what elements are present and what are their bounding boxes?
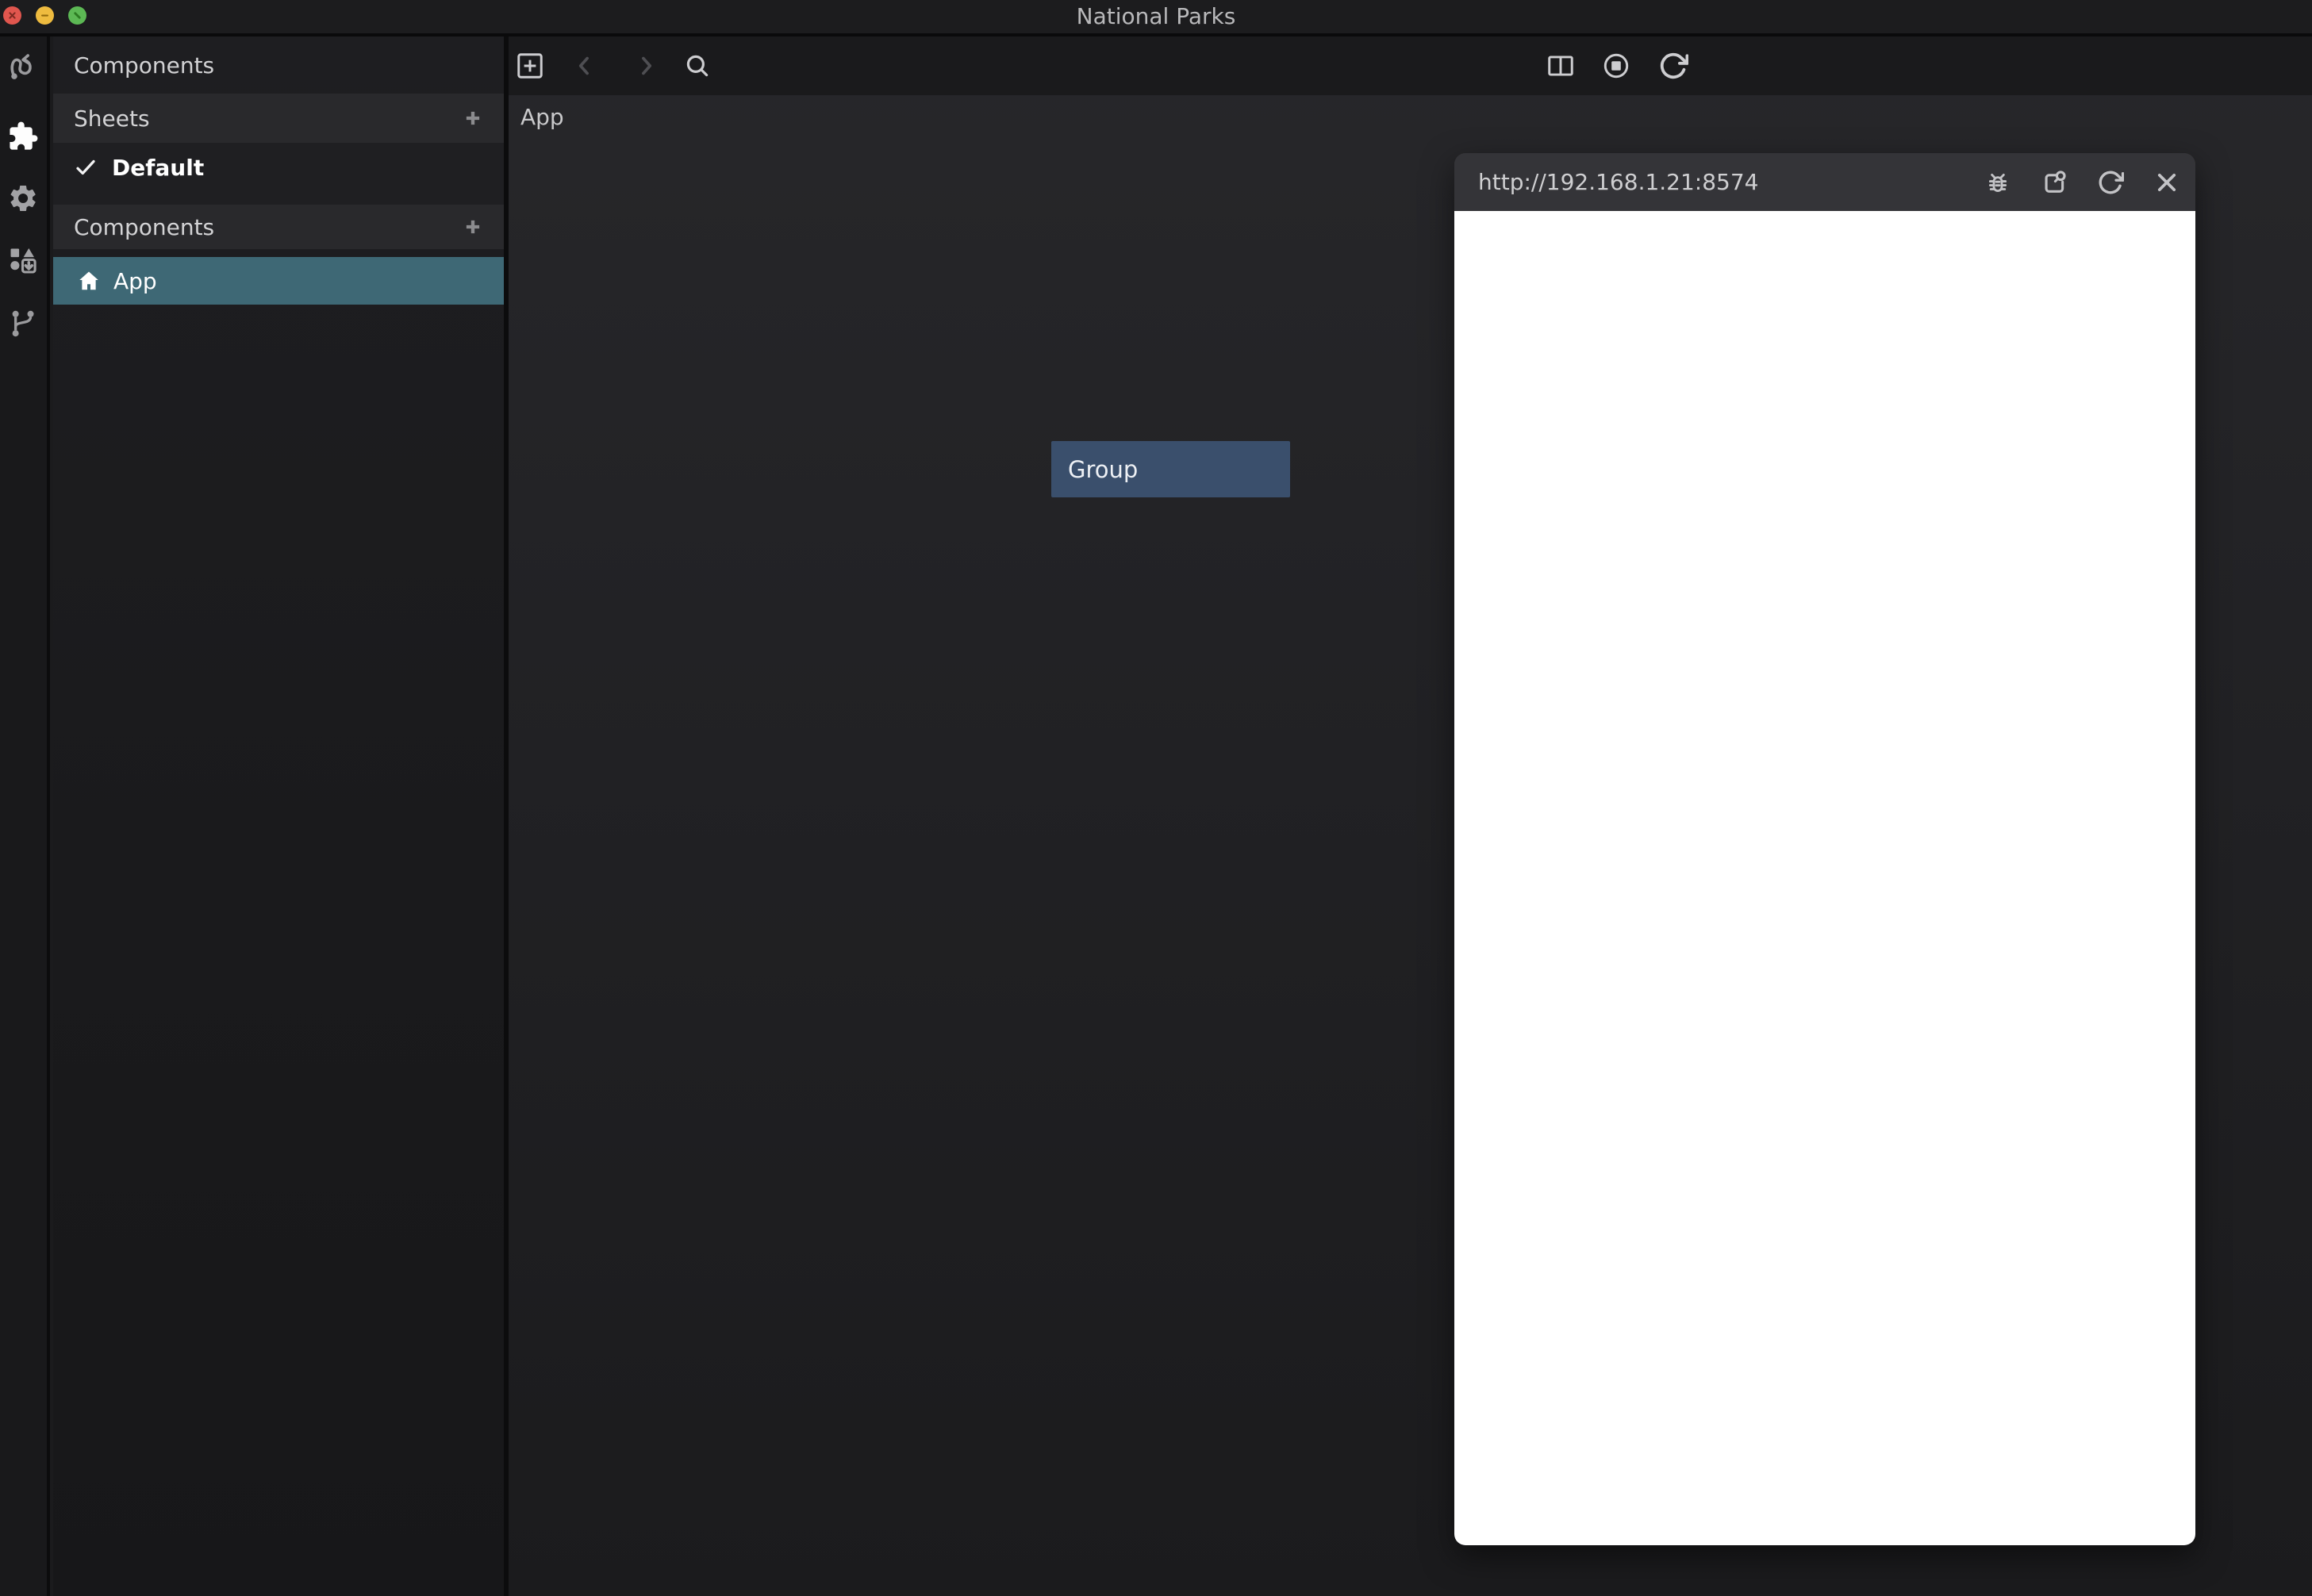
refresh-icon	[2097, 169, 2124, 196]
puzzle-icon	[7, 121, 39, 152]
sidebar-item-widgets-import[interactable]	[5, 242, 41, 278]
sidebar-item-components[interactable]	[5, 118, 41, 155]
preview-toolbar: http://192.168.1.21:8574	[1454, 153, 2195, 211]
sidebar-item-flows[interactable]	[5, 49, 41, 86]
bug-icon	[1984, 169, 2011, 196]
stop-icon	[1601, 51, 1631, 81]
activity-bar	[0, 36, 50, 1596]
inspect-button[interactable]	[2039, 167, 2069, 198]
sidebar-item-settings[interactable]	[5, 180, 41, 217]
component-item-app[interactable]: App	[53, 257, 504, 305]
sheet-item-label: Default	[112, 155, 204, 181]
window-minimize-button[interactable]	[36, 6, 54, 25]
window-title: National Parks	[0, 0, 2312, 33]
split-view-icon	[1546, 51, 1576, 81]
window-controls	[3, 6, 86, 25]
refresh-button[interactable]	[1656, 48, 1691, 83]
add-sheet-button[interactable]	[459, 105, 486, 132]
panel-title: Components	[53, 36, 504, 94]
debug-button[interactable]	[1983, 167, 2013, 198]
component-item-label: App	[113, 268, 157, 294]
add-frame-icon	[515, 51, 545, 81]
close-icon	[6, 10, 18, 21]
window-maximize-button[interactable]	[68, 6, 86, 25]
minimize-icon	[39, 10, 51, 21]
breadcrumb[interactable]: App	[520, 104, 564, 130]
preview-close-button[interactable]	[2152, 167, 2182, 198]
canvas-toolbar	[509, 36, 2312, 95]
sheet-item-default[interactable]: Default	[53, 143, 504, 192]
inspect-icon	[2041, 169, 2068, 196]
canvas: App Group http://192.168.1.21:8574	[509, 36, 2312, 1596]
chevron-right-icon	[631, 51, 661, 81]
section-label-sheets: Sheets	[74, 106, 150, 132]
plus-icon	[463, 108, 483, 129]
components-panel: Components Sheets Default Components	[53, 36, 504, 1596]
preview-url-field[interactable]: http://192.168.1.21:8574	[1478, 169, 1983, 195]
add-component-button[interactable]	[459, 213, 486, 240]
sheets-list: Default	[53, 143, 504, 206]
forward-button[interactable]	[628, 48, 663, 83]
preview-actions	[1983, 167, 2182, 198]
preview-content	[1454, 211, 2195, 1545]
app-window: National Parks	[0, 0, 2312, 1596]
stop-button[interactable]	[1599, 48, 1634, 83]
titlebar: National Parks	[0, 0, 2312, 33]
split-view-button[interactable]	[1543, 48, 1578, 83]
chevron-left-icon	[570, 51, 600, 81]
sidebar-item-versions[interactable]	[5, 305, 41, 342]
preview-window: http://192.168.1.21:8574	[1454, 153, 2195, 1545]
shapes-import-icon	[7, 244, 39, 276]
window-close-button[interactable]	[3, 6, 21, 25]
gear-icon	[7, 182, 39, 214]
back-button[interactable]	[567, 48, 602, 83]
check-icon	[74, 155, 98, 179]
search-button[interactable]	[680, 48, 715, 83]
preview-refresh-button[interactable]	[2095, 167, 2126, 198]
route-icon	[7, 52, 39, 83]
section-label-components: Components	[74, 214, 214, 240]
search-icon	[682, 51, 712, 81]
refresh-icon	[1658, 51, 1688, 81]
git-branch-icon	[7, 308, 39, 340]
group-component[interactable]: Group	[1051, 441, 1290, 497]
maximize-icon	[71, 10, 83, 21]
home-icon	[77, 269, 101, 293]
section-header-sheets: Sheets	[53, 94, 504, 143]
plus-icon	[463, 217, 483, 237]
close-icon	[2153, 169, 2180, 196]
section-header-components: Components	[53, 205, 504, 249]
add-frame-button[interactable]	[513, 48, 547, 83]
